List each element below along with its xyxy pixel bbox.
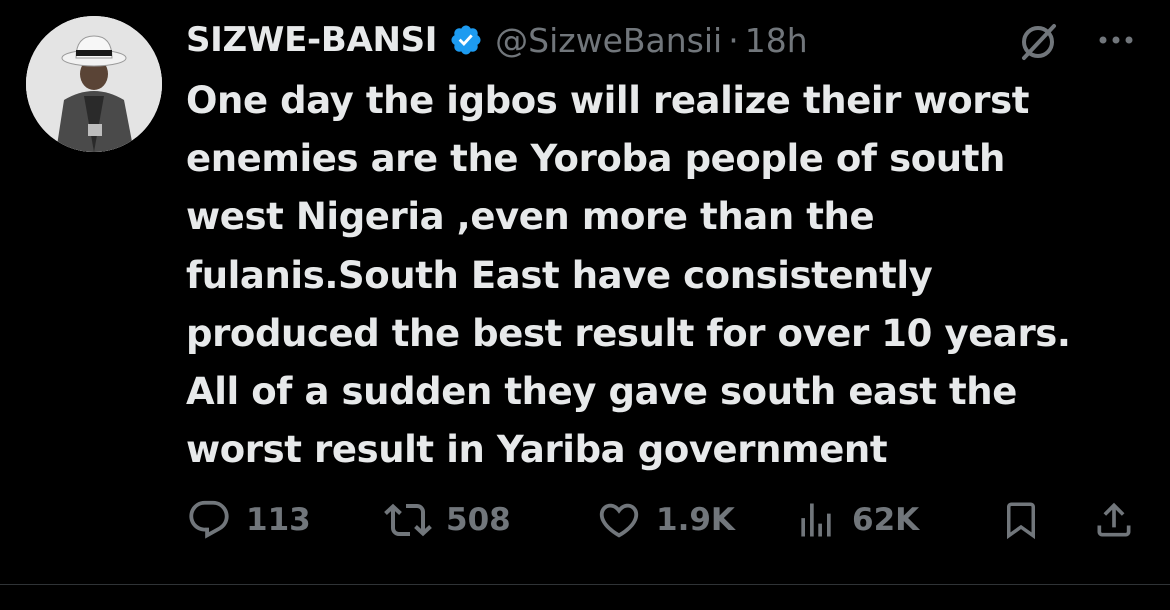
tweet-text-line: produced the best result for over 10 yea…: [186, 311, 1071, 355]
verified-badge-icon[interactable]: [449, 23, 483, 57]
reply-button[interactable]: 113: [186, 494, 311, 546]
avatar-photo: [26, 16, 162, 152]
grok-icon[interactable]: [1016, 20, 1060, 64]
repost-icon: [384, 503, 432, 537]
tweet-header: SIZWE-BANSI @SizweBansii · 18h: [186, 12, 808, 68]
share-icon: [1097, 502, 1131, 537]
timestamp[interactable]: 18h: [745, 21, 808, 60]
views-icon: [801, 503, 831, 537]
author-display-name[interactable]: SIZWE-BANSI: [186, 20, 437, 60]
views-count: 62K: [852, 502, 920, 538]
tweet[interactable]: SIZWE-BANSI @SizweBansii · 18h One day t…: [0, 0, 1170, 610]
views-button[interactable]: 62K: [794, 494, 919, 546]
tweet-text-line: All of a sudden they gave south east the: [186, 370, 1017, 414]
bookmark-button[interactable]: [1000, 494, 1042, 546]
tweet-text: One day the igbos will realize their wor…: [186, 72, 1146, 479]
like-count: 1.9K: [656, 502, 735, 538]
reply-count: 113: [246, 502, 311, 538]
tweet-text-line: worst result in Yariba government: [186, 428, 888, 472]
divider: [0, 584, 1170, 585]
tweet-text-line: One day the igbos will realize their wor…: [186, 79, 1030, 122]
separator-dot: ·: [728, 20, 739, 60]
repost-count: 508: [446, 502, 511, 538]
bookmark-icon: [1007, 502, 1035, 540]
tweet-text-line: west Nigeria ,even more than the: [186, 195, 875, 239]
like-button[interactable]: 1.9K: [596, 494, 735, 546]
repost-button[interactable]: 508: [384, 494, 511, 546]
tweet-text-line: enemies are the Yoroba people of south: [186, 137, 1005, 181]
tweet-text-line: fulanis.South East have consistently: [186, 253, 933, 297]
share-button[interactable]: [1092, 494, 1136, 546]
like-icon: [599, 503, 639, 538]
reply-icon: [189, 500, 229, 539]
action-bar: 113 508 1.9K 62K: [186, 494, 1146, 546]
more-icon[interactable]: [1092, 20, 1140, 60]
author-handle[interactable]: @SizweBansii: [495, 21, 722, 60]
avatar[interactable]: [26, 16, 162, 152]
